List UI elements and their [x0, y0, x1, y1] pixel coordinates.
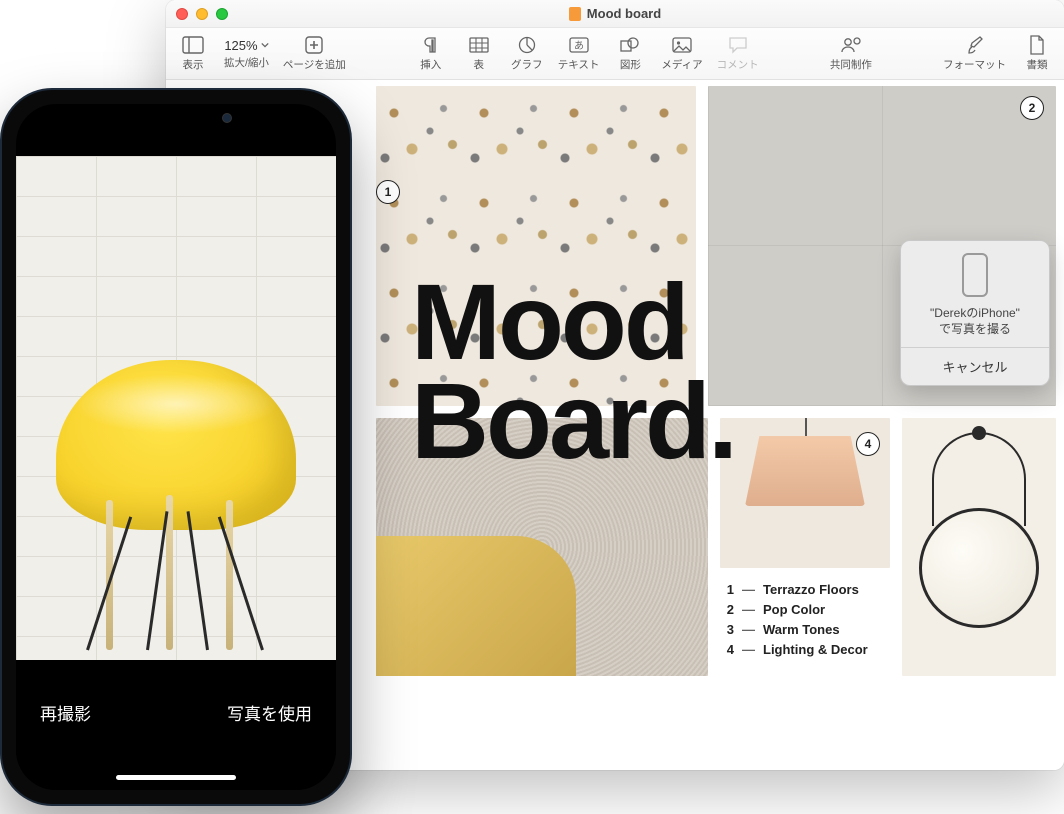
headline-text[interactable]: Mood Board. — [411, 272, 735, 471]
zoom-value: 125% — [224, 38, 268, 53]
paragraph-icon — [420, 35, 442, 55]
chair-wire — [218, 516, 264, 650]
image-icon — [671, 35, 693, 55]
chair-seat — [56, 360, 296, 530]
table-icon — [468, 35, 490, 55]
paintbrush-icon — [964, 35, 986, 55]
front-camera-icon — [222, 113, 232, 123]
chart-button[interactable]: グラフ — [510, 35, 544, 72]
add-page-button[interactable]: ページを追加 — [283, 35, 346, 72]
legend-row: 2 — Pop Color — [722, 600, 868, 620]
window-title: Mood board — [166, 6, 1064, 21]
view-label: 表示 — [183, 57, 204, 72]
toolbar: 表示 125% 拡大/縮小 ページを追加 挿入 表 — [166, 28, 1064, 80]
text-icon: あ — [568, 35, 590, 55]
plus-icon — [303, 35, 325, 55]
legend-number: 1 — [722, 580, 734, 600]
use-photo-button[interactable]: 写真を使用 — [227, 700, 312, 725]
chair-leg — [226, 500, 233, 650]
home-indicator[interactable] — [116, 775, 236, 780]
camera-preview[interactable] — [16, 156, 336, 660]
legend-dash: — — [742, 640, 755, 660]
document-icon — [569, 7, 581, 21]
lamp-shade — [745, 436, 865, 506]
iphone-device: 再撮影 写真を使用 — [0, 88, 352, 806]
iphone-notch — [96, 104, 256, 132]
legend-text: Terrazzo Floors — [763, 580, 859, 600]
popover-line2: で写真を撮る — [911, 321, 1039, 337]
comment-icon — [727, 35, 749, 55]
legend-number: 3 — [722, 620, 734, 640]
badge-4[interactable]: 4 — [856, 432, 880, 456]
mirror-circle — [919, 508, 1039, 628]
zoom-button[interactable]: 125% 拡大/縮小 — [224, 38, 269, 70]
format-button[interactable]: フォーマット — [943, 35, 1006, 72]
legend-text: Pop Color — [763, 600, 825, 620]
chevron-down-icon — [261, 41, 269, 49]
legend-row: 4 — Lighting & Decor — [722, 640, 868, 660]
insert-button[interactable]: 挿入 — [414, 35, 448, 72]
popover-text: "DerekのiPhone" で写真を撮る — [909, 305, 1041, 347]
add-page-label: ページを追加 — [283, 57, 346, 72]
badge-1[interactable]: 1 — [376, 180, 400, 204]
legend-number: 4 — [722, 640, 734, 660]
pie-chart-icon — [516, 35, 538, 55]
sofa-shape — [376, 536, 576, 676]
document-button[interactable]: 書類 — [1020, 35, 1054, 72]
legend-row: 3 — Warm Tones — [722, 620, 868, 640]
sidebar-icon — [182, 35, 204, 55]
shape-button[interactable]: 図形 — [613, 35, 647, 72]
zoom-label: 拡大/縮小 — [224, 55, 269, 70]
iphone-outline-icon — [962, 253, 988, 297]
document-icon — [1026, 35, 1048, 55]
legend-dash: — — [742, 580, 755, 600]
headline-line2: Board. — [411, 371, 735, 470]
legend-dash: — — [742, 600, 755, 620]
yellow-chair — [46, 320, 306, 650]
media-button[interactable]: メディア — [661, 35, 702, 72]
camera-bottom-bar: 再撮影 写真を使用 — [16, 660, 336, 790]
table-button[interactable]: 表 — [462, 35, 496, 72]
legend-text: Lighting & Decor — [763, 640, 868, 660]
text-button[interactable]: あ テキスト — [558, 35, 600, 72]
collaborate-button[interactable]: 共同制作 — [830, 35, 872, 72]
chair-wire — [187, 511, 209, 650]
legend-text: Warm Tones — [763, 620, 840, 640]
legend-number: 2 — [722, 600, 734, 620]
svg-text:あ: あ — [574, 40, 584, 52]
window-titlebar: Mood board — [166, 0, 1064, 28]
popover-line1: "DerekのiPhone" — [911, 305, 1039, 321]
lamp-cord — [805, 418, 807, 436]
legend-row: 1 — Terrazzo Floors — [722, 580, 868, 600]
badge-2[interactable]: 2 — [1020, 96, 1044, 120]
retake-button[interactable]: 再撮影 — [40, 700, 91, 725]
legend-dash: — — [742, 620, 755, 640]
window-title-text: Mood board — [587, 6, 661, 21]
popover-cancel-button[interactable]: キャンセル — [901, 347, 1049, 385]
comment-button[interactable]: コメント — [717, 35, 759, 72]
shapes-icon — [619, 35, 641, 55]
collaborate-icon — [840, 35, 862, 55]
mirror-image[interactable] — [902, 418, 1056, 676]
view-button[interactable]: 表示 — [176, 35, 210, 72]
legend-list[interactable]: 1 — Terrazzo Floors 2 — Pop Color 3 — Warm Tones… — [722, 580, 868, 661]
continuity-camera-popover: "DerekのiPhone" で写真を撮る キャンセル — [900, 240, 1050, 386]
iphone-screen: 再撮影 写真を使用 — [16, 104, 336, 790]
headline-line1: Mood — [411, 272, 735, 371]
